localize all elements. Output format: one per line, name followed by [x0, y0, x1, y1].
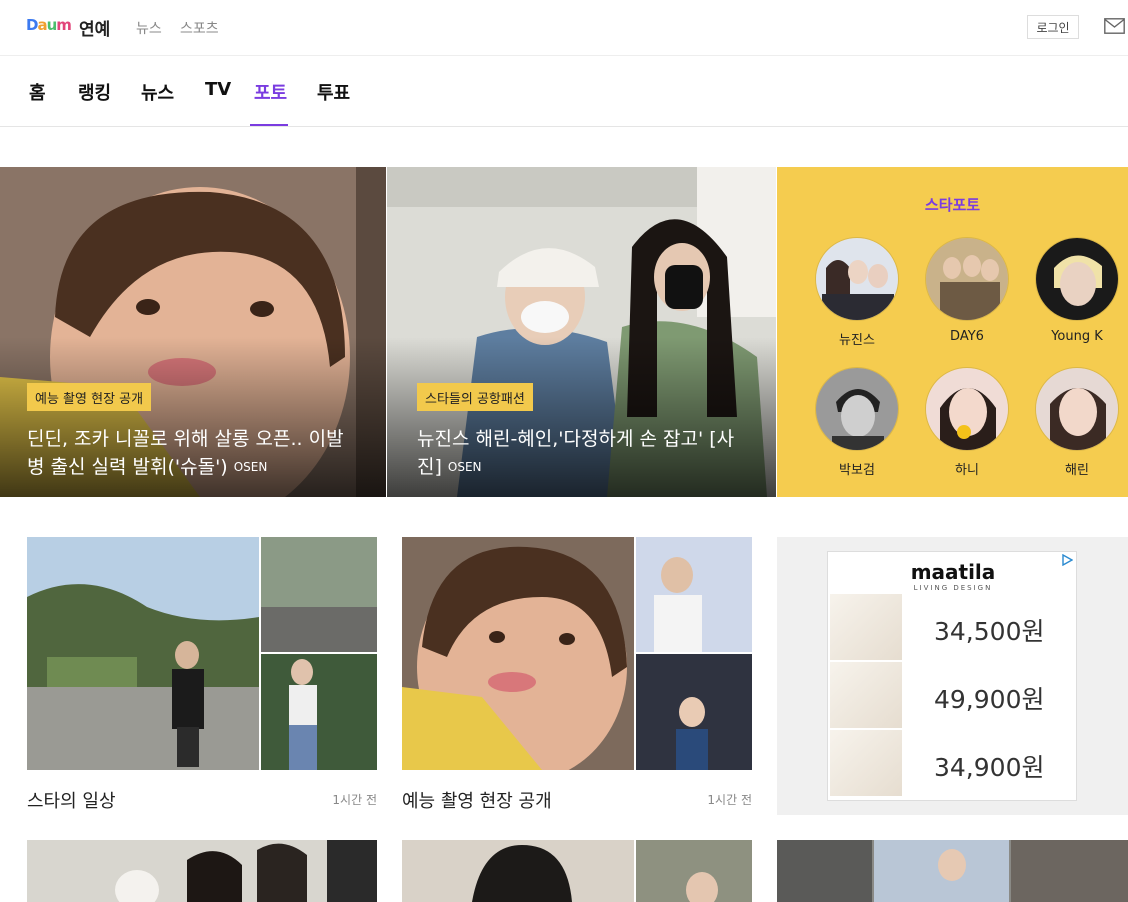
advertisement[interactable]: maatila LIVING DESIGN 34,500원 49,900원 34… [777, 537, 1128, 815]
avatar [815, 237, 899, 321]
star-photo-panel: 스타포토 뉴진스 DAY6 Young K 박보검 하니 해린 [777, 167, 1128, 497]
star-photo-title[interactable]: 스타포토 [777, 194, 1128, 215]
ad-product-row[interactable]: 49,900원 [830, 662, 1074, 728]
logo-letter-a: a [37, 16, 47, 34]
tab-home[interactable]: 홈 [29, 79, 46, 105]
card-photo-collage [27, 537, 377, 770]
tab-photo[interactable]: 포토 [254, 79, 287, 105]
card-photo-partial [402, 840, 752, 902]
ad-product-image [830, 594, 902, 660]
avatar [925, 367, 1009, 451]
hero-title-text: 딘딘, 조카 니꼴로 위해 살롱 오픈.. 이발병 출신 실력 발휘('슈돌') [27, 428, 344, 478]
logo-letter-m: m [56, 16, 72, 34]
card-caption[interactable]: 스타의 일상 [27, 787, 116, 813]
ad-product-image [830, 662, 902, 728]
ad-product-image [830, 730, 902, 796]
ad-box[interactable]: maatila LIVING DESIGN 34,500원 49,900원 34… [827, 551, 1077, 801]
star-item[interactable]: 하니 [922, 367, 1012, 478]
ad-product-row[interactable]: 34,500원 [830, 594, 1074, 660]
card-caption[interactable]: 예능 촬영 현장 공개 [402, 787, 552, 813]
star-item[interactable]: 박보검 [812, 367, 902, 478]
star-name: 박보검 [839, 463, 875, 478]
star-item[interactable]: DAY6 [922, 237, 1012, 344]
tab-vote[interactable]: 투표 [317, 79, 350, 105]
avatar [815, 367, 899, 451]
hero-source: OSEN [447, 460, 482, 474]
card-time: 1시간 전 [707, 793, 752, 807]
avatar [1035, 367, 1119, 451]
photo-card-partial[interactable] [402, 840, 752, 902]
star-item[interactable]: 뉴진스 [812, 237, 902, 348]
star-name: 해린 [1065, 463, 1089, 478]
tab-news[interactable]: 뉴스 [141, 79, 174, 105]
top-link-news[interactable]: 뉴스 [136, 18, 162, 38]
section-title[interactable]: 연예 [79, 15, 110, 40]
daum-logo[interactable]: Daum [26, 16, 72, 34]
ad-brand: maatila [910, 560, 996, 584]
active-tab-indicator [250, 124, 288, 126]
avatar [925, 237, 1009, 321]
star-name: 뉴진스 [839, 333, 875, 348]
hero-source: OSEN [233, 460, 268, 474]
hero-article-1[interactable]: 예능 촬영 현장 공개 딘딘, 조카 니꼴로 위해 살롱 오픈.. 이발병 출신… [0, 167, 386, 497]
tab-ranking[interactable]: 랭킹 [78, 79, 111, 105]
card-time: 1시간 전 [332, 793, 377, 807]
logo-letter-u: u [46, 16, 58, 34]
star-name: 하니 [955, 463, 979, 478]
card-photo-partial [27, 840, 377, 902]
hero-tag: 스타들의 공항패션 [417, 383, 533, 411]
ad-product-row[interactable]: 34,900원 [830, 730, 1074, 796]
mail-icon[interactable] [1104, 18, 1125, 34]
photo-card[interactable]: 예능 촬영 현장 공개 1시간 전 [402, 537, 752, 812]
star-name: DAY6 [950, 329, 984, 344]
category-nav: 홈 랭킹 뉴스 TV 포토 투표 [0, 57, 1128, 127]
hero-title[interactable]: 뉴진스 해린-혜인,'다정하게 손 잡고' [사진] OSEN [417, 425, 757, 481]
hero-article-2[interactable]: 스타들의 공항패션 뉴진스 해린-혜인,'다정하게 손 잡고' [사진] OSEN [387, 167, 776, 497]
star-item[interactable]: Young K [1032, 237, 1122, 344]
tab-tv[interactable]: TV [205, 79, 231, 100]
photo-card-partial[interactable] [777, 840, 1128, 902]
star-name: Young K [1051, 329, 1103, 344]
photo-card[interactable]: 스타의 일상 1시간 전 [27, 537, 377, 812]
hero-tag: 예능 촬영 현장 공개 [27, 383, 152, 411]
avatar [1035, 237, 1119, 321]
photo-card-partial[interactable] [27, 840, 377, 902]
ad-price: 34,900원 [934, 753, 1045, 782]
logo-letter-d: D [26, 16, 38, 34]
ad-brand-sub: LIVING DESIGN [913, 584, 993, 592]
hero-title[interactable]: 딘딘, 조카 니꼴로 위해 살롱 오픈.. 이발병 출신 실력 발휘('슈돌')… [27, 425, 357, 481]
star-item[interactable]: 해린 [1032, 367, 1122, 478]
ad-price: 34,500원 [934, 617, 1045, 646]
card-photo-collage [402, 537, 752, 770]
ad-price: 49,900원 [934, 685, 1045, 714]
login-button[interactable]: 로그인 [1027, 15, 1079, 39]
card-photo-partial [777, 840, 1128, 902]
top-link-sports[interactable]: 스포츠 [180, 18, 219, 38]
top-bar: Daum 연예 뉴스 스포츠 로그인 [0, 0, 1128, 56]
